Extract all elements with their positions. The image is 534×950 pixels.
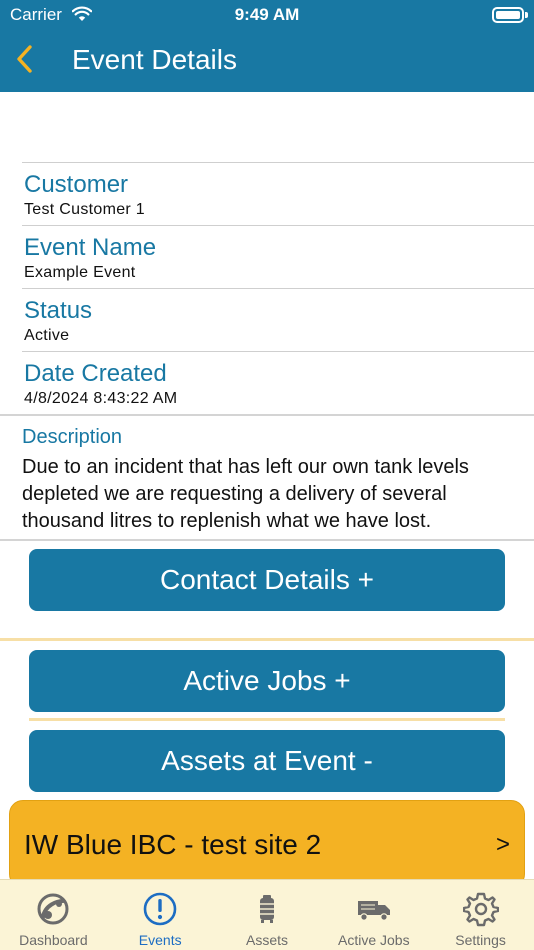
tab-bar: Dashboard Events Assets Active Jobs Sett… bbox=[0, 879, 534, 950]
event-name-field: Event Name Example Event bbox=[22, 226, 534, 289]
tab-label-active-jobs: Active Jobs bbox=[337, 932, 410, 948]
customer-field: Customer Test Customer 1 bbox=[22, 163, 534, 226]
tab-active-jobs[interactable]: Active Jobs bbox=[320, 880, 427, 950]
chevron-right-icon: > bbox=[495, 831, 510, 858]
truck-icon bbox=[355, 890, 393, 928]
description-text: Due to an incident that has left our own… bbox=[22, 456, 469, 532]
active-jobs-divider bbox=[29, 718, 505, 721]
tab-label-dashboard: Dashboard bbox=[19, 932, 88, 948]
tab-label-assets: Assets bbox=[245, 932, 288, 948]
gear-icon bbox=[462, 890, 500, 928]
tab-label-events: Events bbox=[138, 932, 182, 948]
event-name-value: Example Event bbox=[24, 264, 136, 281]
dashboard-icon bbox=[34, 890, 72, 928]
event-name-label: Event Name bbox=[24, 234, 157, 261]
battery-cap bbox=[525, 12, 528, 18]
contact-divider bbox=[0, 638, 534, 641]
customer-value: Test Customer 1 bbox=[24, 201, 145, 218]
tab-settings[interactable]: Settings bbox=[427, 880, 534, 950]
asset-list-item[interactable]: IW Blue IBC - test site 2 > bbox=[9, 800, 525, 888]
description-label: Description bbox=[22, 426, 123, 448]
navigation-header: Carrier 9:49 AM Event Details bbox=[0, 0, 534, 92]
customer-label: Customer bbox=[24, 171, 129, 198]
status-time: 9:49 AM bbox=[234, 5, 300, 24]
date-created-field: Date Created 4/8/2024 8:43:22 AM bbox=[22, 352, 534, 415]
tank-icon bbox=[248, 890, 286, 928]
contact-details-button[interactable]: Contact Details + bbox=[29, 549, 505, 611]
tab-events[interactable]: Events bbox=[107, 880, 214, 950]
status-label: Status bbox=[24, 297, 93, 324]
description-section: Description Due to an incident that has … bbox=[0, 414, 534, 541]
battery-icon bbox=[492, 7, 524, 23]
date-created-label: Date Created bbox=[24, 360, 167, 387]
asset-name: IW Blue IBC - test site 2 bbox=[24, 829, 322, 860]
chevron-left-icon bbox=[15, 44, 35, 79]
assets-at-event-button[interactable]: Assets at Event - bbox=[29, 730, 505, 792]
back-button[interactable] bbox=[8, 42, 42, 80]
tab-assets[interactable]: Assets bbox=[214, 880, 321, 950]
page-title: Event Details bbox=[72, 44, 237, 75]
date-created-value: 4/8/2024 8:43:22 AM bbox=[24, 390, 178, 407]
status-field: Status Active bbox=[22, 289, 534, 352]
tab-dashboard[interactable]: Dashboard bbox=[0, 880, 107, 950]
alert-circle-icon bbox=[141, 890, 179, 928]
status-value: Active bbox=[24, 327, 70, 344]
tab-label-settings: Settings bbox=[455, 932, 506, 948]
active-jobs-button[interactable]: Active Jobs + bbox=[29, 650, 505, 712]
status-bar: Carrier 9:49 AM bbox=[0, 0, 534, 32]
